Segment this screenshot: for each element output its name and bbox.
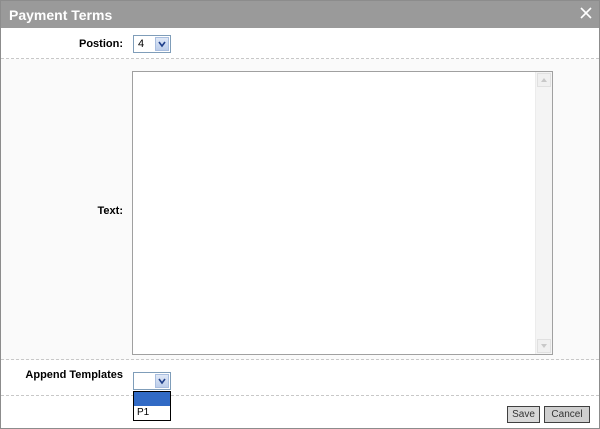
save-button[interactable]: Save bbox=[507, 406, 540, 423]
cancel-button[interactable]: Cancel bbox=[544, 406, 590, 423]
text-area[interactable] bbox=[132, 71, 553, 355]
text-scrollbar[interactable] bbox=[535, 72, 552, 354]
position-select-value: 4 bbox=[138, 38, 145, 50]
position-select[interactable]: 4 bbox=[133, 35, 171, 53]
scroll-up-icon[interactable] bbox=[537, 73, 551, 87]
chevron-down-icon[interactable] bbox=[155, 37, 169, 51]
position-label: Postion: bbox=[79, 38, 123, 50]
append-label: Append Templates bbox=[25, 369, 123, 381]
append-dropdown-list[interactable]: P1 bbox=[133, 391, 171, 421]
position-row: Postion: 4 bbox=[1, 29, 599, 59]
dropdown-option[interactable] bbox=[134, 392, 170, 406]
dialog-titlebar: Payment Terms bbox=[1, 1, 599, 28]
scroll-down-icon[interactable] bbox=[537, 339, 551, 353]
dialog-title: Payment Terms bbox=[9, 7, 113, 23]
payment-terms-dialog: Payment Terms Postion: 4 Text: Append Te… bbox=[0, 0, 600, 429]
text-label: Text: bbox=[97, 205, 123, 217]
append-select[interactable] bbox=[133, 372, 171, 390]
close-icon[interactable] bbox=[578, 5, 594, 21]
chevron-down-icon[interactable] bbox=[155, 374, 169, 388]
dropdown-option[interactable]: P1 bbox=[134, 406, 170, 420]
append-row: Append Templates bbox=[1, 360, 599, 396]
text-row: Text: bbox=[1, 59, 599, 360]
